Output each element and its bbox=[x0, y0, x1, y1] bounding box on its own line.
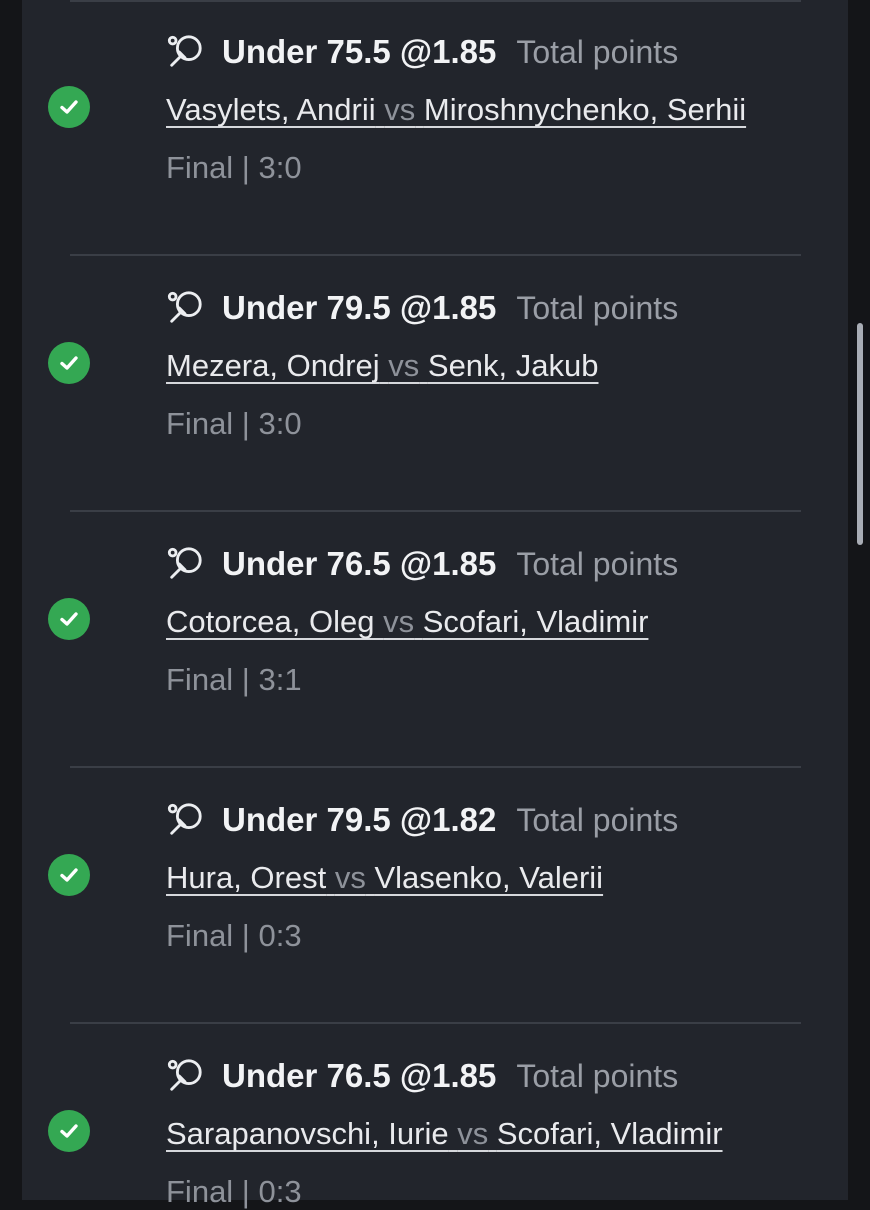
bet-pick: Under 76.5 @1.85 bbox=[222, 545, 497, 582]
away-player: Miroshnychenko, Serhii bbox=[423, 92, 747, 127]
match-status: Final | 3:1 bbox=[166, 662, 302, 697]
bet-item: Under 79.5 @1.82 Total points Hura, Ores… bbox=[22, 768, 848, 1024]
bet-header: Under 75.5 @1.85 Total points bbox=[166, 30, 678, 74]
match-status: Final | 0:3 bbox=[166, 918, 302, 953]
home-player: Hura, Orest bbox=[166, 860, 327, 895]
versus-label: vs bbox=[388, 348, 420, 383]
away-player: Vlasenko, Valerii bbox=[374, 860, 604, 895]
table-tennis-icon bbox=[167, 803, 202, 835]
bet-market: Total points bbox=[516, 545, 679, 582]
match-link[interactable]: Mezera, Ondrej vs Senk, Jakub bbox=[166, 348, 599, 384]
bet-header: Under 79.5 @1.82 Total points bbox=[166, 798, 678, 842]
check-circle-icon bbox=[48, 86, 90, 128]
bet-pick: Under 79.5 @1.85 bbox=[222, 289, 497, 326]
home-player: Vasylets, Andrii bbox=[166, 92, 376, 127]
bet-market: Total points bbox=[516, 289, 679, 326]
match-status: Final | 0:3 bbox=[166, 1174, 302, 1209]
bet-item: Under 75.5 @1.85 Total points Vasylets, … bbox=[22, 0, 848, 256]
versus-label: vs bbox=[457, 1116, 489, 1151]
bet-pick: Under 75.5 @1.85 bbox=[222, 33, 497, 70]
check-circle-icon bbox=[48, 598, 90, 640]
scrollbar-thumb[interactable] bbox=[857, 323, 863, 545]
bet-header: Under 76.5 @1.85 Total points bbox=[166, 1054, 678, 1098]
bet-item: Under 76.5 @1.85 Total points Cotorcea, … bbox=[22, 512, 848, 768]
match-status: Final | 3:0 bbox=[166, 406, 302, 441]
table-tennis-icon bbox=[167, 1059, 202, 1091]
home-player: Sarapanovschi, Iurie bbox=[166, 1116, 449, 1151]
home-player: Cotorcea, Oleg bbox=[166, 604, 375, 639]
match-link[interactable]: Vasylets, Andrii vs Miroshnychenko, Serh… bbox=[166, 92, 746, 128]
match-link[interactable]: Hura, Orest vs Vlasenko, Valerii bbox=[166, 860, 603, 896]
table-tennis-icon bbox=[167, 35, 202, 67]
away-player: Senk, Jakub bbox=[427, 348, 599, 383]
table-tennis-icon bbox=[167, 291, 202, 323]
bet-pick: Under 79.5 @1.82 bbox=[222, 801, 497, 838]
screen-edge bbox=[848, 0, 870, 1200]
bet-header: Under 79.5 @1.85 Total points bbox=[166, 286, 678, 330]
check-circle-icon bbox=[48, 1110, 90, 1152]
match-status: Final | 3:0 bbox=[166, 150, 302, 185]
match-link[interactable]: Cotorcea, Oleg vs Scofari, Vladimir bbox=[166, 604, 648, 640]
bet-header: Under 76.5 @1.85 Total points bbox=[166, 542, 678, 586]
home-player: Mezera, Ondrej bbox=[166, 348, 380, 383]
bet-pick: Under 76.5 @1.85 bbox=[222, 1057, 497, 1094]
versus-label: vs bbox=[334, 860, 366, 895]
versus-label: vs bbox=[384, 92, 416, 127]
table-tennis-icon bbox=[167, 547, 202, 579]
bet-item: Under 76.5 @1.85 Total points Sarapanovs… bbox=[22, 1024, 848, 1209]
away-player: Scofari, Vladimir bbox=[496, 1116, 723, 1151]
check-circle-icon bbox=[48, 342, 90, 384]
bet-market: Total points bbox=[516, 801, 679, 838]
away-player: Scofari, Vladimir bbox=[422, 604, 649, 639]
check-circle-icon bbox=[48, 854, 90, 896]
match-link[interactable]: Sarapanovschi, Iurie vs Scofari, Vladimi… bbox=[166, 1116, 723, 1152]
bet-market: Total points bbox=[516, 33, 679, 70]
versus-label: vs bbox=[383, 604, 415, 639]
bet-item: Under 79.5 @1.85 Total points Mezera, On… bbox=[22, 256, 848, 512]
bet-market: Total points bbox=[516, 1057, 679, 1094]
